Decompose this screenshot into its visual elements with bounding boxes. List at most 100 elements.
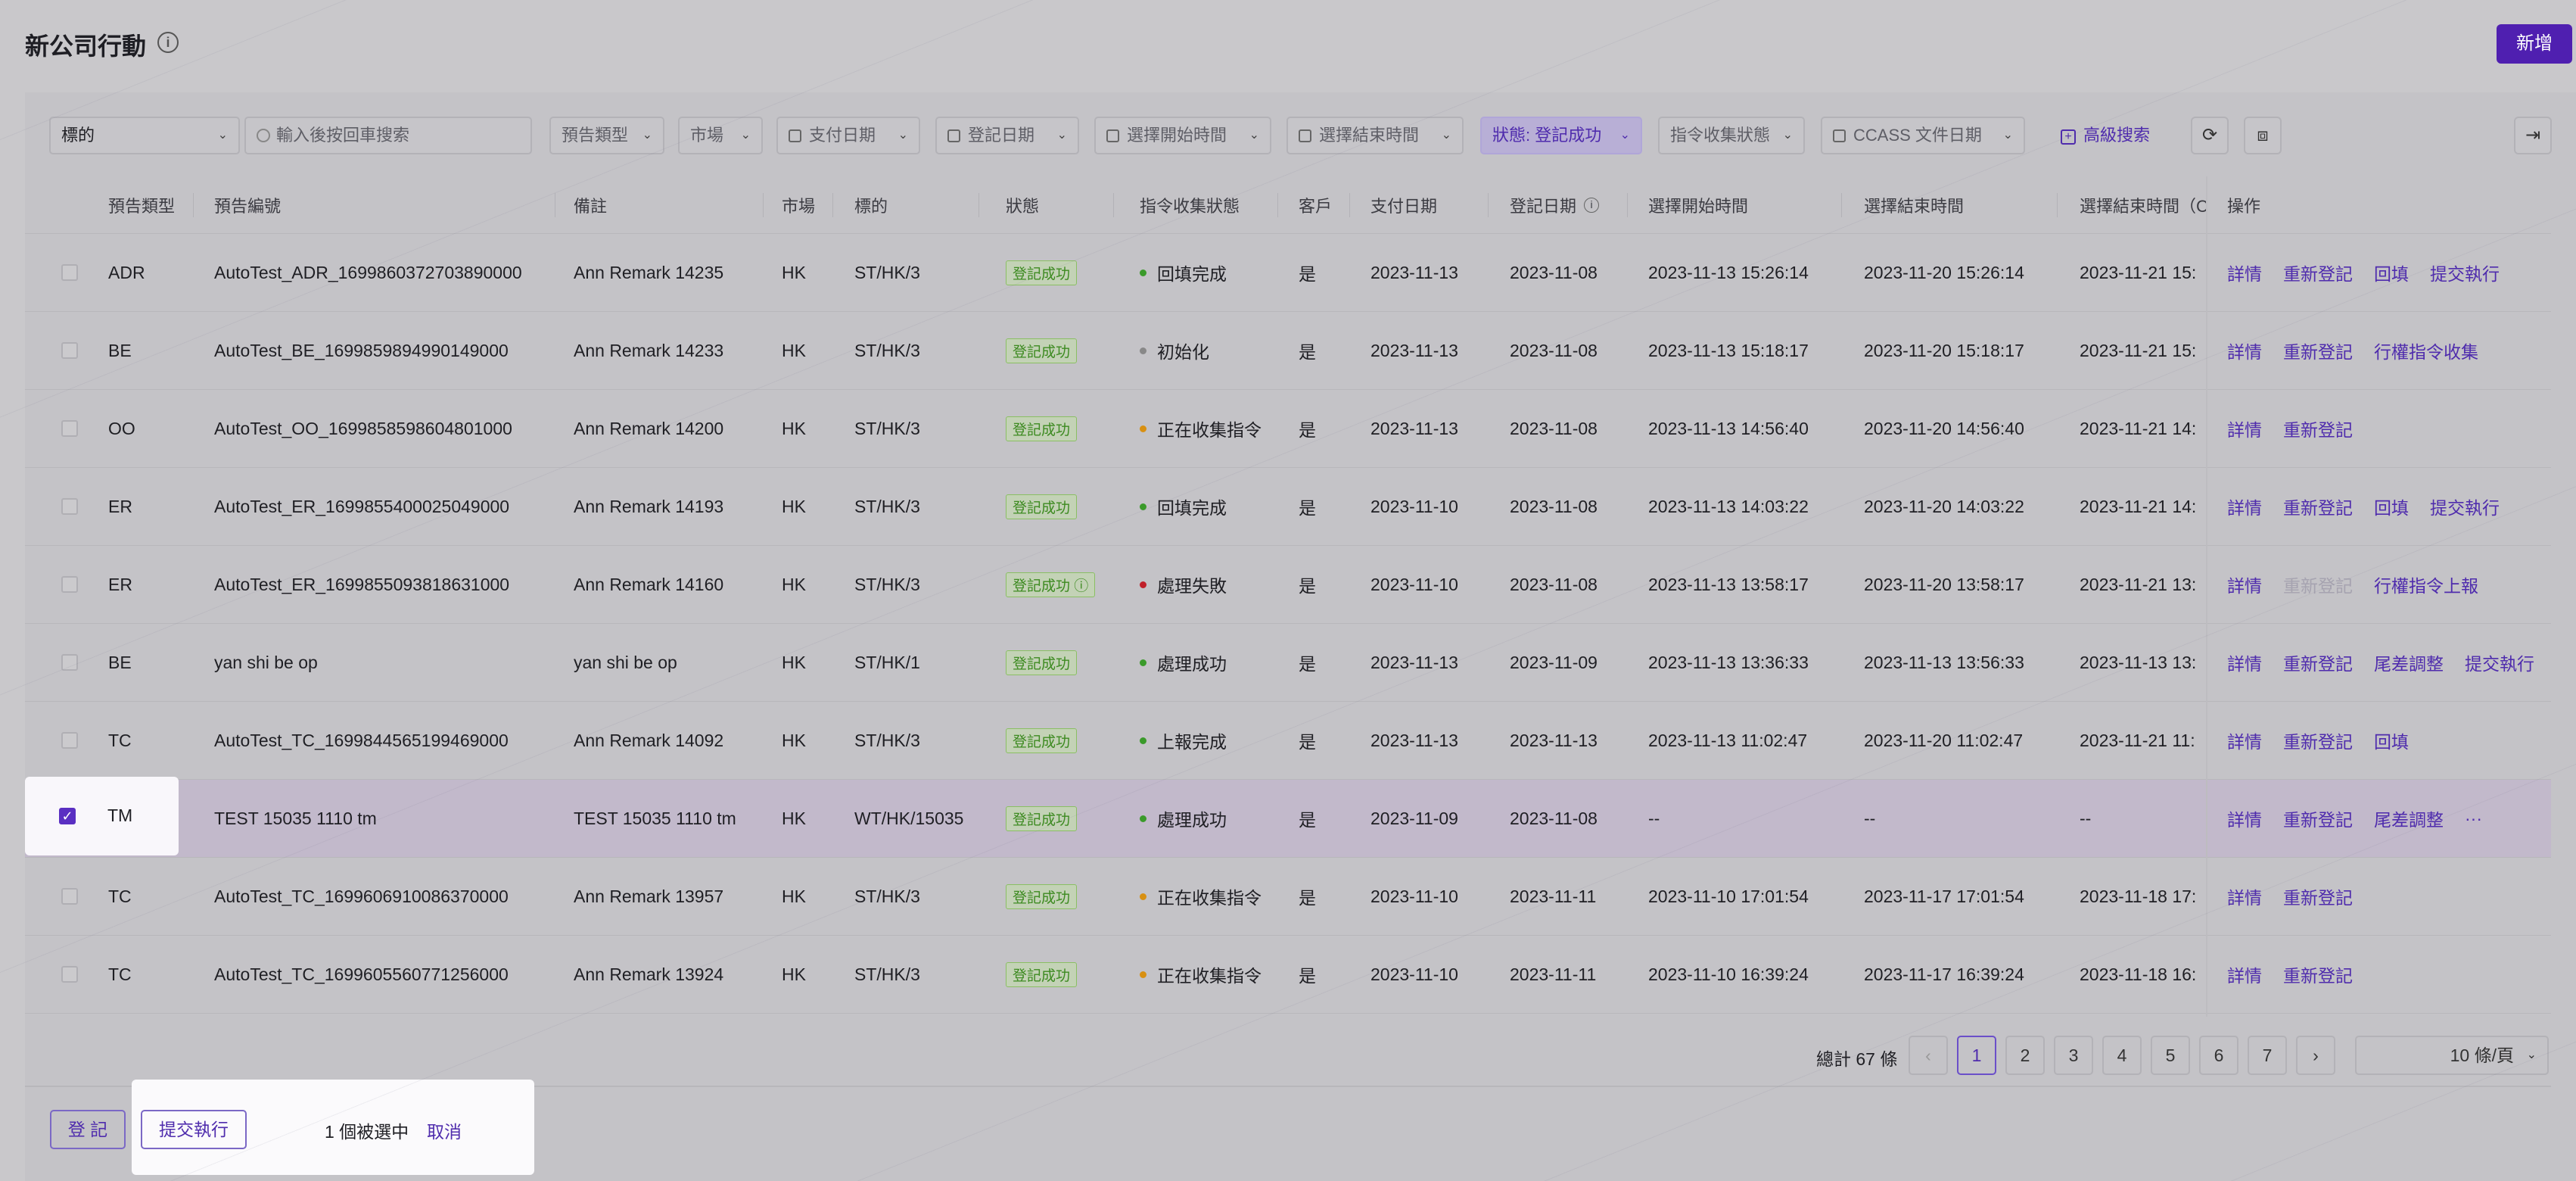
cell-status: 登記成功 — [1006, 312, 1078, 389]
add-button[interactable]: 新增 — [2497, 24, 2572, 64]
filter-market[interactable]: 市場 ⌄ — [678, 117, 763, 154]
target-select[interactable]: 標的 ⌄ — [49, 117, 240, 154]
row-checkbox[interactable] — [61, 654, 78, 671]
cell-pay: 2023-11-10 — [1370, 574, 1458, 594]
export-icon[interactable]: ⇥ — [2514, 117, 2552, 154]
table-row[interactable]: ER AutoTest_ER_1699855400025049000 Ann Rem… — [25, 468, 2551, 546]
selected-row-highlight: ✓ TM — [25, 777, 179, 855]
register-button[interactable]: 登 記 — [50, 1110, 126, 1149]
cell-market: HK — [782, 262, 806, 282]
cell-start: 2023-11-13 14:03:22 — [1648, 496, 1809, 516]
filter-collect-status-label: 指令收集狀態 — [1670, 126, 1771, 145]
row-checkbox[interactable] — [61, 342, 78, 359]
filter-sel-end[interactable]: 選擇結束時間 ⌄ — [1286, 117, 1464, 154]
cell-market: HK — [782, 496, 806, 516]
table-row[interactable]: ADR AutoTest_ADR_1699860372703890000 Ann R… — [25, 234, 2551, 312]
cell-client: 是 — [1299, 264, 1316, 284]
row-checkbox[interactable] — [61, 576, 78, 593]
cell-collect: 初始化 — [1140, 312, 1209, 389]
filter-reg-date[interactable]: 登記日期 ⌄ — [935, 117, 1079, 154]
selected-count-text: 1 個被選中 — [325, 1122, 409, 1142]
prev-page-button[interactable]: ‹ — [1909, 1036, 1948, 1075]
cell-reg: 2023-11-11 — [1510, 964, 1597, 984]
row-checkbox-cell — [61, 390, 78, 467]
page-button-1[interactable]: 1 — [1957, 1036, 1996, 1075]
col-separator — [1277, 193, 1278, 217]
cell-remark: Ann Remark 14193 — [574, 496, 724, 516]
cell-target: ST/HK/3 — [854, 418, 920, 438]
col-type: 預告類型 — [108, 196, 176, 216]
row-checkbox-checked[interactable]: ✓ — [59, 808, 76, 824]
filter-sel-start[interactable]: 選擇開始時間 ⌄ — [1094, 117, 1271, 154]
filter-collect-status[interactable]: 指令收集狀態 ⌄ — [1658, 117, 1805, 154]
status-badge: 登記成功 — [1006, 728, 1078, 753]
cell-client: 是 — [1299, 576, 1316, 596]
table-row[interactable]: OO AutoTest_OO_1699858598604801000 Ann Rem… — [25, 390, 2551, 468]
cell-market: HK — [782, 886, 806, 906]
row-checkbox[interactable] — [61, 420, 78, 437]
row-checkbox[interactable] — [61, 264, 78, 281]
next-page-button[interactable]: › — [2296, 1036, 2335, 1075]
table-row[interactable]: BE AutoTest_BE_1699859894990149000 Ann Rem… — [25, 312, 2551, 390]
cell-collect: 處理成功 — [1140, 780, 1227, 857]
filter-status[interactable]: 狀態: 登記成功 ⌄ — [1480, 117, 1642, 154]
table-row[interactable]: BE yan shi be op yan shi be op HK ST/HK/1 登記成… — [25, 624, 2551, 702]
cell-remark: Ann Remark 14233 — [574, 340, 724, 360]
table-row[interactable]: ER AutoTest_ER_1699855093818631000 Ann Rem… — [25, 546, 2551, 624]
row-checkbox-cell — [61, 468, 78, 545]
row-checkbox-cell — [61, 936, 78, 1013]
page-size-select[interactable]: 10 條/頁 ⌄ — [2355, 1036, 2549, 1075]
advanced-search-button[interactable]: + 高級搜索 — [2061, 117, 2150, 154]
cell-reg: 2023-11-08 — [1510, 262, 1598, 282]
status-dot-icon — [1140, 347, 1146, 354]
row-checkbox[interactable] — [61, 732, 78, 749]
status-dot-icon — [1140, 581, 1146, 588]
cell-reg: 2023-11-11 — [1510, 886, 1597, 906]
filter-type[interactable]: 預告類型 ⌄ — [549, 117, 664, 154]
cell-code: AutoTest_TC_1699844565199469000 — [214, 730, 509, 750]
row-checkbox[interactable] — [61, 498, 78, 515]
page-button-6[interactable]: 6 — [2199, 1036, 2238, 1075]
col-collect: 指令收集狀態 — [1140, 196, 1240, 216]
cell-target: ST/HK/3 — [854, 574, 920, 594]
page-button-7[interactable]: 7 — [2248, 1036, 2287, 1075]
chevron-down-icon: ⌄ — [2526, 1049, 2537, 1061]
cell-status: 登記成功 — [1006, 702, 1078, 779]
status-badge: 登記成功 ⓘ — [1006, 572, 1096, 597]
col-status: 狀態 — [1006, 196, 1040, 216]
refresh-icon[interactable]: ⟳ — [2191, 117, 2229, 154]
page-title: 新公司行動 — [25, 33, 147, 60]
page-button-3[interactable]: 3 — [2054, 1036, 2093, 1075]
cell-reg: 2023-11-08 — [1510, 340, 1598, 360]
cell-remark: Ann Remark 14092 — [574, 730, 724, 750]
page-button-5[interactable]: 5 — [2151, 1036, 2190, 1075]
table-row[interactable]: TM TEST 15035 1110 tm TEST 15035 1110 tm HK… — [25, 780, 2551, 858]
package-icon[interactable]: ⧈ — [2244, 117, 2282, 154]
table-row[interactable]: TC AutoTest_TC_1699605560771256000 Ann Rem… — [25, 936, 2551, 1014]
row-checkbox[interactable] — [61, 966, 78, 983]
page-button-4[interactable]: 4 — [2102, 1036, 2142, 1075]
status-dot-icon — [1140, 659, 1146, 666]
chevron-down-icon: ⌄ — [898, 129, 908, 142]
cell-end2: 2023-11-21 14: — [2080, 496, 2197, 516]
calendar-icon — [947, 129, 960, 142]
cell-end: 2023-11-20 15:26:14 — [1864, 262, 2024, 282]
cell-remark: Ann Remark 14235 — [574, 262, 724, 282]
table-header: 預告類型 預告編號 備註 市場 標的 狀態 指令收集狀態 客戶 支付日期 登記日… — [25, 176, 2551, 234]
table-row[interactable]: TC AutoTest_TC_1699844565199469000 Ann Rem… — [25, 702, 2551, 780]
col-remark: 備註 — [574, 196, 608, 216]
filter-ccass-date-label: CCASS 文件日期 — [1853, 126, 1982, 145]
row-checkbox[interactable] — [61, 888, 78, 905]
cell-end: 2023-11-20 11:02:47 — [1864, 730, 2024, 750]
filter-pay-date[interactable]: 支付日期 ⌄ — [776, 117, 920, 154]
cell-remark: Ann Remark 14160 — [574, 574, 724, 594]
cancel-selection-link[interactable]: 取消 — [427, 1117, 462, 1143]
cell-pay: 2023-11-13 — [1370, 418, 1458, 438]
table-row[interactable]: TC AutoTest_TC_1699606910086370000 Ann Rem… — [25, 858, 2551, 936]
page-button-2[interactable]: 2 — [2005, 1036, 2045, 1075]
info-icon[interactable]: i — [157, 32, 179, 53]
filter-ccass-date[interactable]: CCASS 文件日期 ⌄ — [1821, 117, 2025, 154]
submit-execution-button[interactable]: 提交執行 — [141, 1110, 247, 1149]
search-input[interactable]: 輸入後按回車搜索 — [244, 117, 532, 154]
col-separator — [2057, 193, 2058, 217]
